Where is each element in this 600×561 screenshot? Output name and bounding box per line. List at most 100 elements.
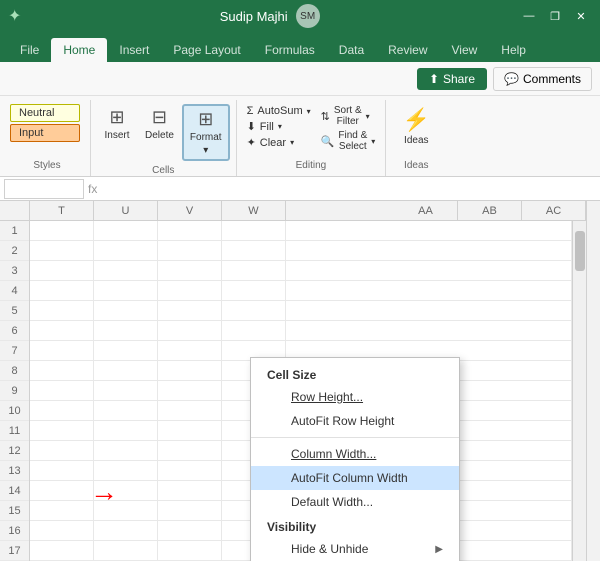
style-neutral[interactable]: Neutral xyxy=(10,104,80,122)
cell-U9[interactable] xyxy=(94,381,158,401)
tab-page-layout[interactable]: Page Layout xyxy=(161,38,252,62)
formula-input[interactable] xyxy=(101,180,596,198)
cell-T10[interactable] xyxy=(30,401,94,421)
row-7: 7 xyxy=(0,341,29,361)
cell-U16[interactable] xyxy=(94,521,158,541)
cell-U1[interactable] xyxy=(94,221,158,241)
style-input[interactable]: Input xyxy=(10,124,80,142)
cell-U4[interactable] xyxy=(94,281,158,301)
cell-T9[interactable] xyxy=(30,381,94,401)
cell-U5[interactable] xyxy=(94,301,158,321)
spreadsheet: T U V W AA AB AC 1 2 3 4 5 6 7 8 9 10 11 xyxy=(0,201,586,561)
cell-W4[interactable] xyxy=(222,281,286,301)
fill-button[interactable]: ⬇ Fill ▾ xyxy=(243,119,315,134)
cell-U6[interactable] xyxy=(94,321,158,341)
cell-T6[interactable] xyxy=(30,321,94,341)
tab-review[interactable]: Review xyxy=(376,38,439,62)
cell-T11[interactable] xyxy=(30,421,94,441)
cell-T7[interactable] xyxy=(30,341,94,361)
clipboard-content: Neutral Input xyxy=(10,102,84,158)
row-14: 14 xyxy=(0,481,29,501)
row-9: 9 xyxy=(0,381,29,401)
cell-U10[interactable] xyxy=(94,401,158,421)
cell-T17[interactable] xyxy=(30,541,94,561)
column-width-item[interactable]: Column Width... xyxy=(251,442,459,466)
tab-view[interactable]: View xyxy=(440,38,490,62)
restore-button[interactable]: ❐ xyxy=(544,5,566,27)
cell-W2[interactable] xyxy=(222,241,286,261)
row-height-item[interactable]: Row Height... xyxy=(251,385,459,409)
cell-V4[interactable] xyxy=(158,281,222,301)
cell-V6[interactable] xyxy=(158,321,222,341)
cell-V2[interactable] xyxy=(158,241,222,261)
cell-T1[interactable] xyxy=(30,221,94,241)
minimize-button[interactable]: — xyxy=(518,5,540,27)
sort-filter-button[interactable]: ⇅ Sort &Filter ▾ xyxy=(317,104,380,128)
cell-U13[interactable] xyxy=(94,461,158,481)
autofit-row-item[interactable]: AutoFit Row Height xyxy=(251,409,459,433)
cell-W5[interactable] xyxy=(222,301,286,321)
cell-T12[interactable] xyxy=(30,441,94,461)
scroll-thumb[interactable] xyxy=(575,231,585,271)
cell-V9[interactable] xyxy=(158,381,222,401)
cell-V17[interactable] xyxy=(158,541,222,561)
ribbon-group-ideas: ⚡ Ideas Ideas xyxy=(386,100,446,176)
tab-help[interactable]: Help xyxy=(489,38,538,62)
cell-T16[interactable] xyxy=(30,521,94,541)
cell-T5[interactable] xyxy=(30,301,94,321)
autosum-button[interactable]: Σ AutoSum ▾ xyxy=(243,104,315,118)
row-headers: 1 2 3 4 5 6 7 8 9 10 11 12 13 14 15 16 1… xyxy=(0,221,30,561)
cell-W6[interactable] xyxy=(222,321,286,341)
tab-file[interactable]: File xyxy=(8,38,51,62)
cell-U3[interactable] xyxy=(94,261,158,281)
cell-V16[interactable] xyxy=(158,521,222,541)
cell-V13[interactable] xyxy=(158,461,222,481)
cell-T14[interactable] xyxy=(30,481,94,501)
cell-T4[interactable] xyxy=(30,281,94,301)
hide-unhide-item[interactable]: Hide & Unhide ▶ xyxy=(251,537,459,561)
cell-T15[interactable] xyxy=(30,501,94,521)
cell-V1[interactable] xyxy=(158,221,222,241)
find-select-button[interactable]: 🔍 Find &Select ▾ xyxy=(317,129,380,153)
insert-button[interactable]: ⊞ Insert xyxy=(97,104,137,144)
cell-V8[interactable] xyxy=(158,361,222,381)
share-button[interactable]: ⬆ Share xyxy=(417,68,487,90)
cell-W3[interactable] xyxy=(222,261,286,281)
cell-U2[interactable] xyxy=(94,241,158,261)
cell-V14[interactable] xyxy=(158,481,222,501)
cell-T3[interactable] xyxy=(30,261,94,281)
name-box[interactable] xyxy=(4,179,84,199)
cell-U8[interactable] xyxy=(94,361,158,381)
cell-U12[interactable] xyxy=(94,441,158,461)
tab-insert[interactable]: Insert xyxy=(107,38,161,62)
row-16: 16 xyxy=(0,521,29,541)
delete-button[interactable]: ⊟ Delete xyxy=(139,104,180,144)
cell-U14[interactable] xyxy=(94,481,158,501)
tab-home[interactable]: Home xyxy=(51,38,107,62)
cell-U11[interactable] xyxy=(94,421,158,441)
cell-W1[interactable] xyxy=(222,221,286,241)
tab-data[interactable]: Data xyxy=(327,38,376,62)
cell-V11[interactable] xyxy=(158,421,222,441)
autofit-col-item[interactable]: AutoFit Column Width xyxy=(251,466,459,490)
cell-V7[interactable] xyxy=(158,341,222,361)
cell-T8[interactable] xyxy=(30,361,94,381)
format-button[interactable]: ⊞ Format ▾ xyxy=(182,104,230,161)
cell-V3[interactable] xyxy=(158,261,222,281)
cell-V10[interactable] xyxy=(158,401,222,421)
cell-V12[interactable] xyxy=(158,441,222,461)
cell-U17[interactable] xyxy=(94,541,158,561)
cell-U7[interactable] xyxy=(94,341,158,361)
ideas-button[interactable]: ⚡ Ideas xyxy=(393,104,440,149)
cell-U15[interactable] xyxy=(94,501,158,521)
comments-button[interactable]: 💬 Comments xyxy=(493,67,592,91)
tab-formulas[interactable]: Formulas xyxy=(253,38,327,62)
cell-T2[interactable] xyxy=(30,241,94,261)
clear-button[interactable]: ✦ Clear ▾ xyxy=(243,135,315,150)
close-button[interactable]: ✕ xyxy=(570,5,592,27)
vertical-scrollbar[interactable] xyxy=(572,221,586,561)
cell-V5[interactable] xyxy=(158,301,222,321)
cell-T13[interactable] xyxy=(30,461,94,481)
default-width-item[interactable]: Default Width... xyxy=(251,490,459,514)
cell-V15[interactable] xyxy=(158,501,222,521)
